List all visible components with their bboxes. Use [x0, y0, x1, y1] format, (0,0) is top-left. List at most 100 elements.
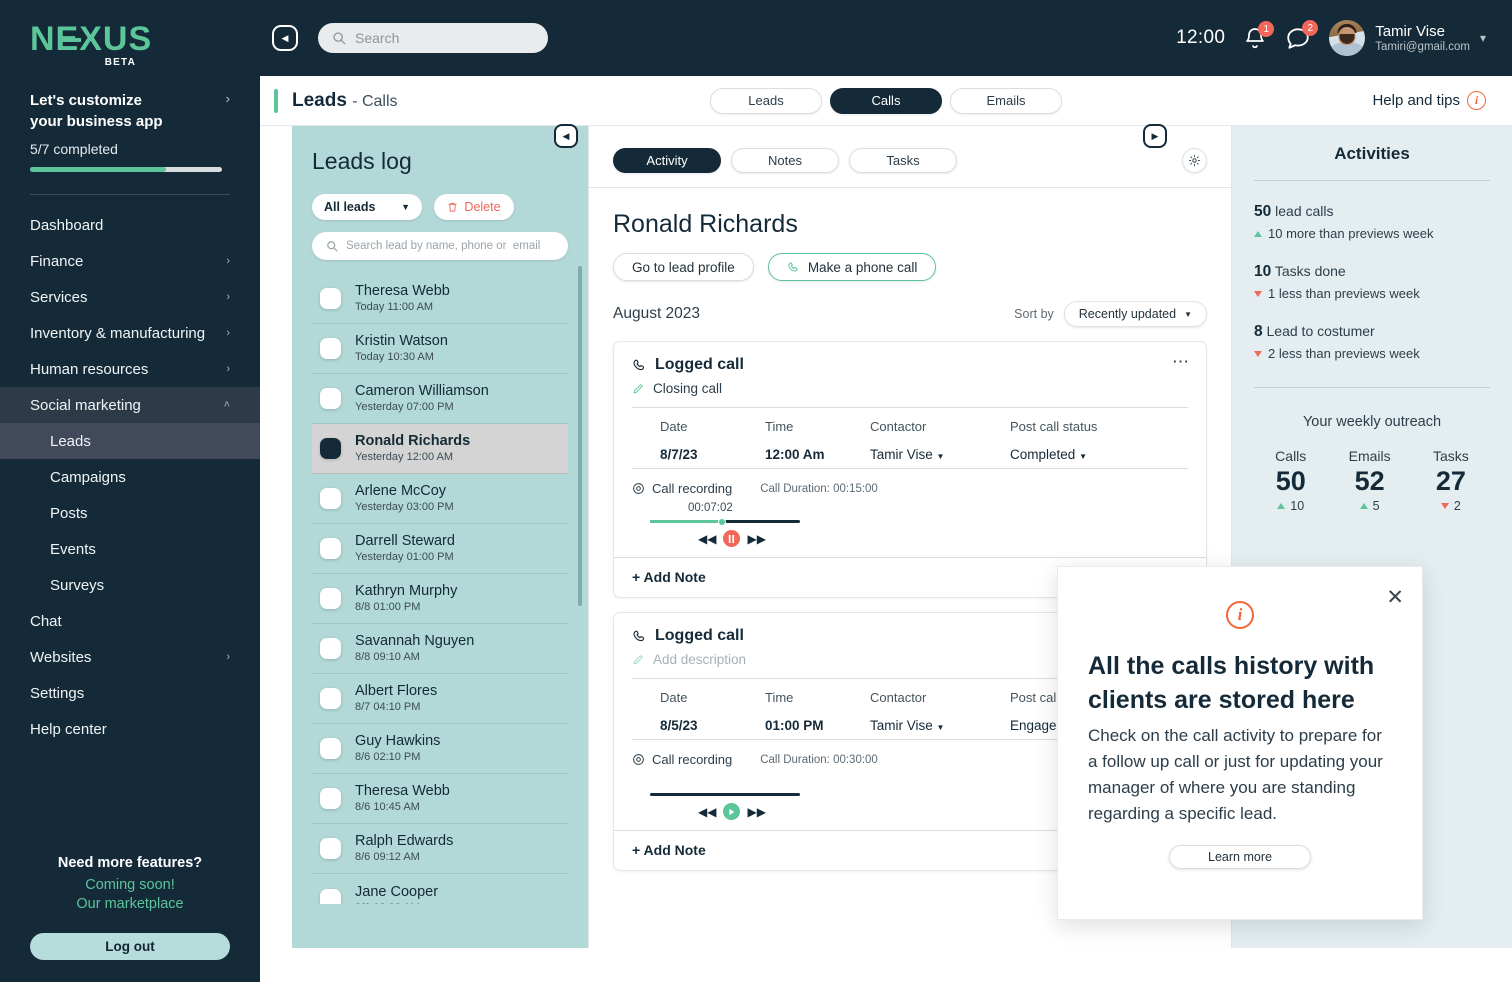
list-item[interactable]: Arlene McCoy Yesterday 03:00 PM	[312, 474, 568, 524]
list-item[interactable]: Albert Flores 8/7 04:10 PM	[312, 674, 568, 724]
call-status-dropdown[interactable]: Completed ▼	[1010, 447, 1170, 462]
forward-icon[interactable]: ▶▶	[747, 805, 765, 819]
sidebar-item-events[interactable]: Events	[0, 531, 260, 567]
delete-button[interactable]: Delete	[434, 194, 514, 220]
notifications-badge: 1	[1258, 21, 1275, 37]
weekly-delta: 5	[1372, 499, 1380, 513]
chevron-down-icon[interactable]: ▾	[1480, 31, 1486, 45]
tab-activity[interactable]: Activity	[613, 148, 721, 173]
sidebar-item-help-center[interactable]: Help center	[0, 711, 260, 747]
lead-checkbox[interactable]	[320, 288, 341, 309]
messages-button[interactable]: 2	[1285, 20, 1319, 51]
list-item[interactable]: Kristin Watson Today 10:30 AM	[312, 324, 568, 374]
sidebar-item-leads[interactable]: Leads	[0, 423, 260, 459]
sidebar-item-chat[interactable]: Chat	[0, 603, 260, 639]
lead-checkbox[interactable]	[320, 788, 341, 809]
sort-dropdown[interactable]: Recently updated ▼	[1063, 301, 1207, 327]
tab-notes[interactable]: Notes	[731, 148, 839, 173]
logout-button[interactable]: Log out	[30, 933, 230, 960]
lead-checkbox[interactable]	[320, 638, 341, 659]
sidebar-item-inventory[interactable]: Inventory & manufacturing ›	[0, 315, 260, 351]
help-and-tips-button[interactable]: Help and tips i	[1372, 91, 1486, 110]
sidebar-sub-label: Events	[50, 540, 96, 558]
chevron-up-icon: ˄	[223, 399, 230, 411]
sidebar-item-dashboard[interactable]: Dashboard	[0, 207, 260, 243]
list-item[interactable]: Jane Cooper8/6 08:02 AM	[312, 874, 568, 904]
tab-emails[interactable]: Emails	[950, 87, 1062, 114]
playback-track[interactable]	[650, 793, 800, 796]
list-item[interactable]: Savannah Nguyen 8/8 09:10 AM	[312, 624, 568, 674]
sidebar-item-websites[interactable]: Websites ›	[0, 639, 260, 675]
leads-search[interactable]	[312, 232, 568, 260]
lead-checkbox[interactable]	[320, 488, 341, 509]
playback-track[interactable]	[650, 517, 800, 526]
call-contactor-dropdown[interactable]: Tamir Vise ▼	[870, 447, 1010, 462]
user-email: Tamiri@gmail.com	[1375, 40, 1470, 53]
lead-checkbox[interactable]	[320, 538, 341, 559]
app-root: NEXUS BETA Let's customize your business…	[0, 0, 1512, 982]
chevron-right-icon: ›	[226, 651, 230, 663]
lead-checkbox[interactable]	[320, 888, 341, 904]
card-menu-button[interactable]: ⋯	[1172, 352, 1190, 372]
activities-panel-expand-button[interactable]: ▶	[1143, 124, 1167, 148]
notifications-button[interactable]: 1	[1243, 21, 1275, 50]
call-duration: Call Duration: 00:30:00	[760, 753, 878, 766]
list-item[interactable]: Guy Hawkins 8/6 02:10 PM	[312, 724, 568, 774]
close-icon[interactable]: ✕	[1386, 587, 1404, 608]
lead-checkbox[interactable]	[320, 438, 341, 459]
list-item-selected[interactable]: Ronald Richards Yesterday 12:00 AM	[312, 424, 568, 474]
play-button[interactable]	[723, 803, 741, 820]
tab-tasks[interactable]: Tasks	[849, 148, 957, 173]
search-input[interactable]	[355, 30, 525, 46]
chevron-right-icon[interactable]: ›	[226, 90, 230, 108]
sidebar-item-settings[interactable]: Settings	[0, 675, 260, 711]
rewind-icon[interactable]: ◀◀	[698, 805, 716, 819]
sidebar-item-campaigns[interactable]: Campaigns	[0, 459, 260, 495]
lead-checkbox[interactable]	[320, 338, 341, 359]
marketplace-label[interactable]: Our marketplace	[0, 895, 260, 914]
go-to-lead-profile-button[interactable]: Go to lead profile	[613, 253, 754, 281]
rewind-icon[interactable]: ◀◀	[698, 532, 716, 546]
lead-checkbox[interactable]	[320, 838, 341, 859]
sidebar-item-posts[interactable]: Posts	[0, 495, 260, 531]
leads-search-input[interactable]	[346, 240, 541, 252]
call-contactor-dropdown[interactable]: Tamir Vise ▼	[870, 718, 1010, 733]
tab-calls[interactable]: Calls	[830, 87, 942, 114]
list-item[interactable]: Kathryn Murphy 8/8 01:00 PM	[312, 574, 568, 624]
sidebar-item-surveys[interactable]: Surveys	[0, 567, 260, 603]
sidebar-item-services[interactable]: Services ›	[0, 279, 260, 315]
lead-name: Darrell Steward	[355, 533, 455, 549]
call-recording-row: Call recording Call Duration: 00:15:00	[632, 469, 1188, 496]
global-search[interactable]	[318, 23, 548, 53]
sidebar-item-social-marketing[interactable]: Social marketing ˄	[0, 387, 260, 423]
sidebar-collapse-button[interactable]: ◀	[272, 25, 298, 51]
lead-checkbox[interactable]	[320, 388, 341, 409]
sort-value: Recently updated	[1078, 307, 1177, 321]
settings-button[interactable]	[1182, 148, 1207, 173]
forward-icon[interactable]: ▶▶	[747, 532, 765, 546]
tab-leads[interactable]: Leads	[710, 87, 822, 114]
leads-panel-collapse-button[interactable]: ◀	[554, 124, 578, 148]
sidebar-item-human-resources[interactable]: Human resources ›	[0, 351, 260, 387]
user-menu[interactable]: Tamir Vise Tamiri@gmail.com ▾	[1329, 20, 1486, 56]
call-description[interactable]: Closing call	[632, 381, 1188, 396]
gear-icon	[1188, 154, 1201, 167]
list-item[interactable]: Theresa Webb 8/6 10:45 AM	[312, 774, 568, 824]
learn-more-button[interactable]: Learn more	[1169, 845, 1311, 869]
chevron-down-icon: ▼	[401, 202, 410, 212]
list-item[interactable]: Darrell Steward Yesterday 01:00 PM	[312, 524, 568, 574]
leads-list-scrollbar[interactable]	[578, 266, 582, 606]
lead-checkbox[interactable]	[320, 588, 341, 609]
brand-logo[interactable]: NEXUS BETA	[0, 0, 260, 68]
list-item[interactable]: Ralph Edwards 8/6 09:12 AM	[312, 824, 568, 874]
leads-filter-dropdown[interactable]: All leads ▼	[312, 194, 422, 220]
customize-block[interactable]: Let's customize your business app › 5/7 …	[0, 68, 260, 172]
leads-list[interactable]: Theresa Webb Today 11:00 AM Kristin Watso…	[312, 274, 568, 904]
lead-checkbox[interactable]	[320, 738, 341, 759]
make-phone-call-button[interactable]: Make a phone call	[767, 253, 937, 281]
list-item[interactable]: Theresa Webb Today 11:00 AM	[312, 274, 568, 324]
list-item[interactable]: Cameron Williamson Yesterday 07:00 PM	[312, 374, 568, 424]
lead-checkbox[interactable]	[320, 688, 341, 709]
sidebar-item-finance[interactable]: Finance ›	[0, 243, 260, 279]
pause-button[interactable]	[723, 530, 741, 547]
